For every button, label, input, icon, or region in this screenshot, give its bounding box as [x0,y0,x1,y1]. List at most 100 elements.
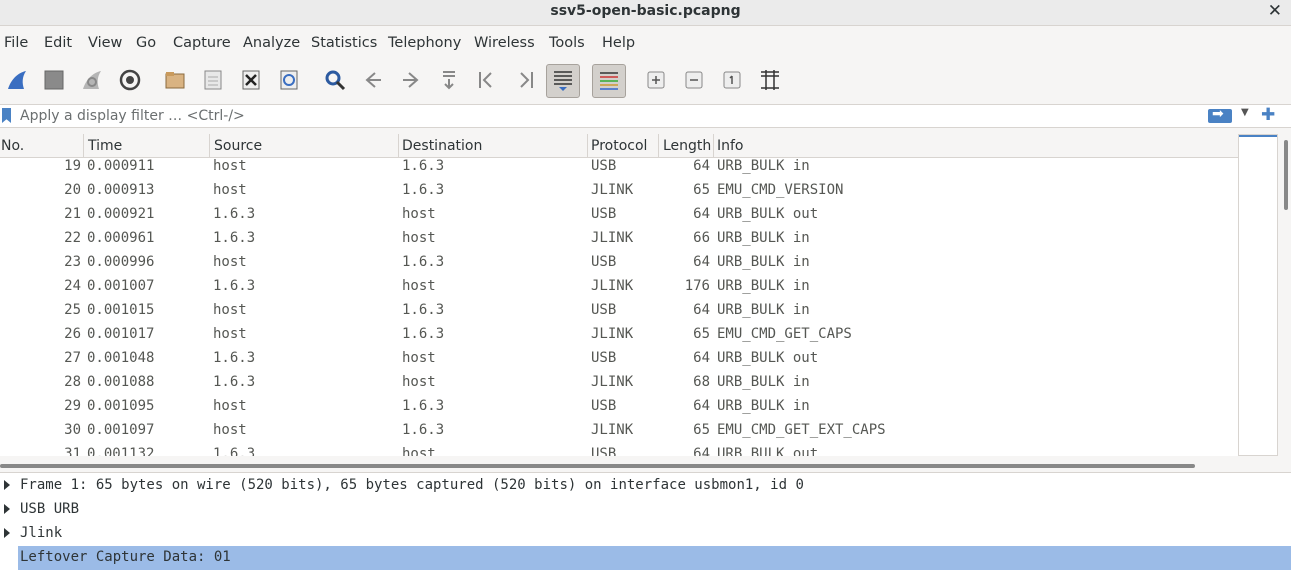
packet-minimap[interactable] [1238,134,1278,456]
menu-help[interactable]: Help [602,35,635,51]
menu-capture[interactable]: Capture [173,35,231,51]
autoscroll-icon[interactable] [546,64,580,98]
go-back-icon[interactable] [358,66,388,94]
expand-arrow-icon[interactable] [4,480,10,490]
menu-view[interactable]: View [88,35,122,51]
cell-no: 21 [64,206,81,222]
cell-source: host [213,326,247,342]
cell-protocol: USB [591,254,617,270]
menu-tools[interactable]: Tools [549,35,585,51]
menu-analyze[interactable]: Analyze [243,35,300,51]
last-packet-icon[interactable] [510,66,540,94]
cell-time: 0.001007 [87,278,155,294]
cell-source: host [213,182,247,198]
table-row[interactable]: 28 0.001088 1.6.3 host JLINK 68 URB_BULK in [0,372,1238,396]
menu-file[interactable]: File [4,35,28,51]
apply-filter-arrow-icon[interactable] [1208,106,1232,123]
column-header-time[interactable]: Time [88,138,122,154]
first-packet-icon[interactable] [472,66,502,94]
cell-time: 0.001095 [87,398,155,414]
table-row[interactable]: 31 0.001132 1.6.3 host USB 64 URB_BULK out [0,444,1238,456]
close-icon[interactable]: ✕ [1268,1,1282,21]
expand-arrow-icon[interactable] [4,528,10,538]
save-file-icon[interactable] [198,66,228,94]
cell-source: 1.6.3 [213,206,256,222]
cell-destination: 1.6.3 [402,326,445,342]
start-capture-icon[interactable] [2,66,32,94]
cell-destination: 1.6.3 [402,182,445,198]
menu-edit[interactable]: Edit [44,35,72,51]
detail-usb-urb[interactable]: USB URB [0,498,1291,522]
cell-source: 1.6.3 [213,230,256,246]
resize-columns-icon[interactable] [755,66,785,94]
cell-source: 1.6.3 [213,278,256,294]
cell-info: URB_BULK out [717,446,819,456]
chevron-down-icon[interactable]: ▼ [1241,107,1249,118]
cell-protocol: USB [591,446,617,456]
table-row[interactable]: 27 0.001048 1.6.3 host USB 64 URB_BULK out [0,348,1238,372]
detail-leftover-data[interactable]: Leftover Capture Data: 01 [18,546,1291,570]
column-header-no[interactable]: No. [1,138,24,154]
cell-no: 19 [64,158,81,174]
column-header-destination[interactable]: Destination [402,138,482,154]
open-file-icon[interactable] [160,66,190,94]
table-row[interactable]: 26 0.001017 host 1.6.3 JLINK 65 EMU_CMD_GET_CA… [0,324,1238,348]
cell-protocol: JLINK [591,182,634,198]
window-title: ssv5-open-basic.pcapng [550,3,741,19]
stop-capture-icon[interactable] [39,66,69,94]
column-header-source[interactable]: Source [214,138,262,154]
cell-no: 28 [64,374,81,390]
cell-no: 22 [64,230,81,246]
reload-file-icon[interactable] [274,66,304,94]
detail-jlink[interactable]: Jlink [0,522,1291,546]
menu-telephony[interactable]: Telephony [388,35,461,51]
zoom-in-icon[interactable] [641,66,671,94]
table-row[interactable]: 29 0.001095 host 1.6.3 USB 64 URB_BULK in [0,396,1238,420]
close-file-icon[interactable] [236,66,266,94]
cell-protocol: JLINK [591,230,634,246]
table-row[interactable]: 20 0.000913 host 1.6.3 JLINK 65 EMU_CMD_VERSIO… [0,180,1238,204]
detail-frame[interactable]: Frame 1: 65 bytes on wire (520 bits), 65… [0,474,1291,498]
cell-info: EMU_CMD_VERSION [717,182,844,198]
menu-go[interactable]: Go [136,35,156,51]
cell-destination: 1.6.3 [402,254,445,270]
add-filter-button-icon[interactable]: ✚ [1261,105,1275,125]
bookmark-icon[interactable] [2,108,11,123]
horizontal-scrollbar[interactable] [0,464,1195,468]
menu-wireless[interactable]: Wireless [474,35,535,51]
normal-size-icon[interactable] [717,66,747,94]
restart-capture-icon[interactable] [77,66,107,94]
cell-info: EMU_CMD_GET_EXT_CAPS [717,422,886,438]
detail-usb-urb-text: USB URB [20,501,80,517]
expand-arrow-icon[interactable] [4,504,10,514]
column-header-length[interactable]: Length [663,138,711,154]
column-header-info[interactable]: Info [717,138,744,154]
zoom-out-icon[interactable] [679,66,709,94]
table-row[interactable]: 21 0.000921 1.6.3 host USB 64 URB_BULK out [0,204,1238,228]
vertical-scrollbar[interactable] [1284,140,1288,210]
cell-destination: host [402,350,436,366]
menu-statistics[interactable]: Statistics [311,35,377,51]
table-row[interactable]: 22 0.000961 1.6.3 host JLINK 66 URB_BULK in [0,228,1238,252]
column-header-protocol[interactable]: Protocol [591,138,647,154]
display-filter-input[interactable] [20,106,1200,126]
cell-time: 0.001048 [87,350,155,366]
table-row[interactable]: 30 0.001097 host 1.6.3 JLINK 65 EMU_CMD_GET_EX… [0,420,1238,444]
table-row[interactable]: 24 0.001007 1.6.3 host JLINK 176 URB_BULK in [0,276,1238,300]
find-packet-icon[interactable] [320,66,350,94]
cell-time: 0.001097 [87,422,155,438]
capture-options-icon[interactable] [115,66,145,94]
cell-time: 0.000961 [87,230,155,246]
table-row[interactable]: 19 0.000911 host 1.6.3 USB 64 URB_BULK in [0,156,1238,180]
table-row[interactable]: 25 0.001015 host 1.6.3 USB 64 URB_BULK in [0,300,1238,324]
go-to-packet-icon[interactable] [434,66,464,94]
cell-length: 65 [693,326,710,342]
cell-protocol: JLINK [591,374,634,390]
cell-time: 0.000996 [87,254,155,270]
cell-no: 30 [64,422,81,438]
colorize-icon[interactable] [592,64,626,98]
table-row[interactable]: 23 0.000996 host 1.6.3 USB 64 URB_BULK in [0,252,1238,276]
go-forward-icon[interactable] [396,66,426,94]
packet-rows: 19 0.000911 host 1.6.3 USB 64 URB_BULK in 20 0.0… [0,156,1238,456]
cell-info: URB_BULK in [717,302,810,318]
